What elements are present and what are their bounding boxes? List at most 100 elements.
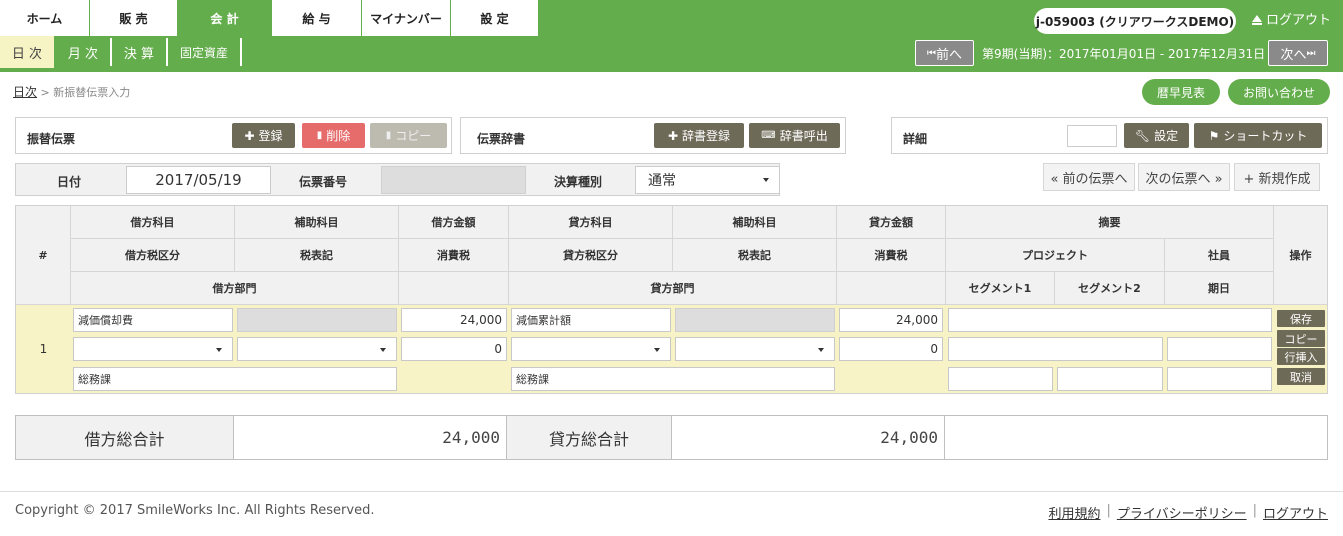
closing-type-value: 通常 (648, 173, 676, 189)
voucher-header-row: 日付 2017/05/19 伝票番号 決算種別 通常 (15, 163, 780, 196)
eject-icon (1252, 15, 1262, 25)
keyboard-icon: ⌨ (761, 130, 776, 141)
header-credit-tax: 消費税 (837, 239, 946, 272)
skip-back-icon: ⏮ (926, 47, 936, 59)
subtab-fixed-assets[interactable]: 固定資産 (168, 36, 240, 68)
breadcrumb-link-daily[interactable]: 日次 (13, 85, 37, 99)
header-credit-tax-mark: 税表記 (673, 239, 837, 272)
user-account-badge[interactable]: j-059003 (クリアワークスDEMO) (1034, 8, 1236, 34)
staff-input[interactable] (1167, 337, 1272, 361)
chevron-down-icon (380, 348, 386, 352)
date-input[interactable]: 2017/05/19 (126, 166, 271, 194)
dict-call-button[interactable]: ⌨ 辞書呼出 (749, 123, 840, 148)
project-input[interactable] (948, 337, 1163, 361)
debit-dept-input[interactable]: 総務課 (73, 367, 397, 391)
debit-tax-mark-select[interactable] (237, 337, 397, 361)
copyright-text: Copyright © 2017 SmileWorks Inc. All Rig… (15, 503, 375, 518)
detail-panel-title: 詳細 (903, 132, 928, 146)
calendar-chart-button[interactable]: 暦早見表 (1142, 79, 1220, 105)
register-button[interactable]: ✚ 登録 (232, 123, 295, 148)
dict-register-button[interactable]: ✚ 辞書登録 (654, 123, 744, 148)
plus-icon: ✚ (667, 128, 679, 143)
subtab-monthly[interactable]: 月 次 (56, 36, 110, 68)
credit-tax-input[interactable]: 0 (839, 337, 943, 361)
row-cancel-button[interactable]: 取消 (1277, 368, 1325, 385)
voucher-number-input[interactable] (381, 166, 526, 194)
nav-tab-settings[interactable]: 設 定 (451, 0, 539, 36)
subtab-daily[interactable]: 日 次 (0, 36, 54, 68)
segment2-input[interactable] (1057, 367, 1163, 391)
header-debit-tax-mark: 税表記 (235, 239, 399, 272)
credit-dept-input[interactable]: 総務課 (511, 367, 835, 391)
prev-voucher-button[interactable]: « 前の伝票へ (1043, 163, 1135, 191)
privacy-link[interactable]: プライバシーポリシー (1117, 503, 1247, 522)
segment1-input[interactable] (948, 367, 1053, 391)
nav-tab-mynumber[interactable]: マイナンバー (362, 0, 451, 36)
contact-button[interactable]: お問い合わせ (1228, 79, 1330, 105)
next-voucher-button[interactable]: 次の伝票へ » (1138, 163, 1230, 191)
new-voucher-button[interactable]: + 新規作成 (1234, 163, 1320, 191)
delete-button[interactable]: ▮ 削除 (302, 123, 365, 148)
credit-sub-input[interactable] (675, 308, 835, 332)
footer-divider (0, 491, 1343, 492)
credit-total-value: 24,000 (672, 416, 945, 459)
closing-type-select[interactable]: 通常 (635, 166, 780, 194)
debit-sub-input[interactable] (237, 308, 397, 332)
logout-link-footer[interactable]: ログアウト (1263, 503, 1328, 522)
credit-total-label: 貸方総合計 (507, 416, 672, 459)
period-next-label: 次へ (1280, 47, 1307, 63)
totals-bar: 借方総合計 24,000 貸方総合計 24,000 (15, 415, 1328, 460)
settings-button[interactable]: 🔧︎ 設定 (1124, 123, 1189, 148)
shortcut-button[interactable]: ⚑ ショートカット (1194, 123, 1322, 148)
period-next-button[interactable]: 次へ ⏭ (1268, 40, 1328, 66)
row-save-button[interactable]: 保存 (1277, 310, 1325, 327)
copy-button[interactable]: ▮ コピー (370, 123, 447, 148)
header-debit-dept: 借方部門 (71, 272, 399, 305)
detail-blank-field[interactable] (1067, 125, 1117, 147)
period-prev-label: 前へ (935, 47, 962, 63)
memo-input[interactable] (948, 308, 1272, 332)
nav-tab-accounting[interactable]: 会 計 (178, 0, 272, 36)
header-segment1: セグメント1 (946, 272, 1055, 305)
debit-total-label: 借方総合計 (16, 416, 234, 459)
due-date-input[interactable] (1167, 367, 1272, 391)
debit-tax-class-select[interactable] (73, 337, 233, 361)
dict-register-label: 辞書登録 (682, 129, 731, 143)
nav-tab-payroll[interactable]: 給 与 (272, 0, 362, 36)
header-blank (399, 272, 509, 305)
period-prev-button[interactable]: ⏮ 前へ (915, 40, 974, 66)
fiscal-period-label: 第9期(当期)：2017年01月01日 - 2017年12月31日 (982, 47, 1266, 61)
row-insert-button[interactable]: 行挿入 (1277, 348, 1325, 365)
subtab-closing[interactable]: 決 算 (112, 36, 166, 68)
flag-icon: ⚑ (1208, 128, 1220, 143)
header-blank (837, 272, 946, 305)
header-staff: 社員 (1165, 239, 1274, 272)
header-credit-account: 貸方科目 (509, 206, 673, 239)
header-debit-account: 借方科目 (71, 206, 235, 239)
voucher-number-label: 伝票番号 (299, 175, 348, 189)
detail-panel: 詳細 🔧︎ 設定 ⚑ ショートカット (891, 117, 1328, 154)
row-copy-button[interactable]: コピー (1277, 330, 1325, 347)
header-project: プロジェクト (946, 239, 1165, 272)
skip-forward-icon: ⏭ (1306, 47, 1316, 59)
breadcrumb: 日次 > 新振替伝票入力 (13, 83, 130, 100)
debit-account-input[interactable]: 減価償却費 (73, 308, 233, 332)
nav-tab-home[interactable]: ホーム (0, 0, 90, 36)
date-label: 日付 (57, 175, 82, 189)
logout-link-top[interactable]: ログアウト (1252, 9, 1331, 28)
debit-amount-input[interactable]: 24,000 (401, 308, 507, 332)
header-debit-tax-class: 借方税区分 (71, 239, 235, 272)
credit-tax-mark-select[interactable] (675, 337, 835, 361)
wrench-icon: 🔧︎ (1134, 128, 1151, 143)
credit-account-input[interactable]: 減価累計額 (511, 308, 671, 332)
credit-tax-class-select[interactable] (511, 337, 671, 361)
top-nav-bar: ホーム 販 売 会 計 給 与 マイナンバー 設 定 j-059003 (クリア… (0, 0, 1343, 36)
logout-label: ログアウト (1266, 13, 1332, 28)
footer-links: 利用規約 | プライバシーポリシー | ログアウト (1048, 503, 1328, 522)
chevron-down-icon (654, 348, 660, 352)
dictionary-panel-title: 伝票辞書 (477, 132, 526, 146)
nav-tab-sales[interactable]: 販 売 (90, 0, 178, 36)
terms-link[interactable]: 利用規約 (1048, 503, 1100, 522)
credit-amount-input[interactable]: 24,000 (839, 308, 943, 332)
debit-tax-input[interactable]: 0 (401, 337, 507, 361)
